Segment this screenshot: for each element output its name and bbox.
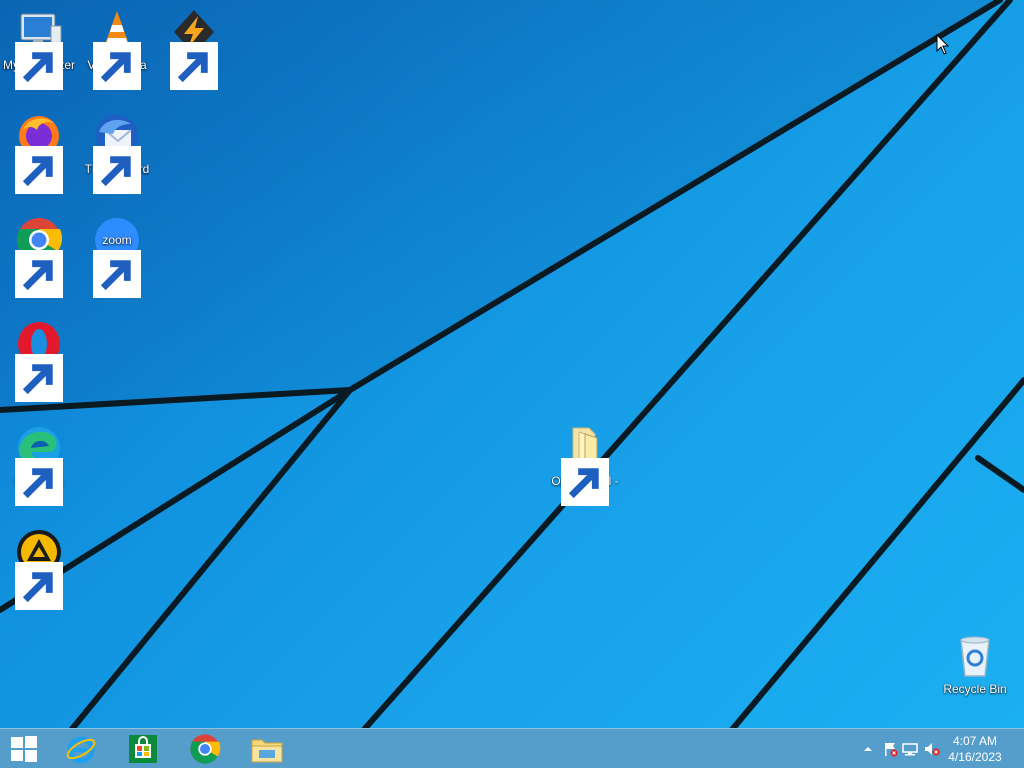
system-tray: 4:07 AM 4/16/2023 [844, 729, 1024, 769]
chevron-up-icon[interactable] [860, 741, 876, 757]
file-explorer-folder-icon [251, 739, 283, 763]
shortcut-arrow-icon [15, 250, 63, 298]
taskbar-google-chrome[interactable] [176, 729, 234, 769]
shortcut-arrow-icon [15, 354, 63, 402]
clock[interactable]: 4:07 AM 4/16/2023 [940, 733, 1010, 765]
start-button[interactable] [0, 729, 48, 769]
windows-logo-icon [11, 736, 37, 762]
vlc-cone-icon [93, 8, 141, 90]
shortcut-arrow-icon [561, 458, 609, 506]
taskbar-store[interactable] [114, 729, 172, 769]
edge-logo-icon [15, 424, 63, 506]
aimp-icon[interactable]: AIMP [0, 528, 78, 610]
open-shell-shortcut-icon[interactable]: Open-Shell - Shortcut [546, 424, 624, 506]
zoom-icon[interactable]: zoom Zoom [78, 216, 156, 298]
shortcut-arrow-icon [15, 42, 63, 90]
chrome-logo-icon [190, 734, 221, 764]
vlc-media-player-icon[interactable]: VLC media player [78, 8, 156, 90]
folder-icon [561, 424, 609, 506]
shortcut-arrow-icon [93, 146, 141, 194]
shortcut-arrow-icon [15, 458, 63, 506]
trash-bin-icon [951, 632, 999, 680]
microsoft-edge-icon[interactable]: Microsoft Edge [0, 424, 78, 506]
chrome-logo-icon [15, 216, 63, 298]
computer-icon [15, 8, 63, 90]
store-bag-icon [129, 735, 157, 763]
google-chrome-icon[interactable]: Google Chrome [0, 216, 78, 298]
network-icon[interactable] [902, 741, 918, 757]
taskbar: 4:07 AM 4/16/2023 [0, 728, 1024, 768]
taskbar-file-explorer[interactable] [238, 729, 296, 769]
shortcut-arrow-icon [93, 42, 141, 90]
internet-explorer-icon [66, 736, 96, 764]
svg-text:zoom: zoom [102, 233, 131, 247]
opera-logo-icon [15, 320, 63, 402]
taskbar-internet-explorer[interactable] [52, 729, 110, 769]
aimp-logo-icon [15, 528, 63, 610]
shortcut-arrow-icon [93, 250, 141, 298]
my-computer-icon[interactable]: My Computer [0, 8, 78, 90]
volume-muted-icon[interactable] [924, 741, 940, 757]
winamp-bolt-icon [170, 8, 218, 90]
clock-time: 4:07 AM [952, 734, 998, 748]
thunderbird-logo-icon [93, 112, 141, 194]
firefox-icon[interactable]: Firefox [0, 112, 78, 194]
desktop[interactable]: My Computer VLC media player Winamp [0, 0, 1024, 728]
icon-label: Recycle Bin [943, 682, 1007, 696]
mouse-cursor-icon [936, 34, 950, 55]
winamp-icon[interactable]: Winamp [155, 8, 233, 90]
shortcut-arrow-icon [170, 42, 218, 90]
opera-browser-icon[interactable]: Opera Browser [0, 320, 78, 402]
clock-date: 4/16/2023 [948, 750, 1002, 764]
recycle-bin-icon[interactable]: Recycle Bin [936, 632, 1014, 697]
thunderbird-icon[interactable]: Thunderbird [78, 112, 156, 194]
wallpaper-lines [0, 0, 1024, 728]
shortcut-arrow-icon [15, 562, 63, 610]
firefox-logo-icon [15, 112, 63, 194]
action-center-flag-icon[interactable] [882, 741, 898, 757]
shortcut-arrow-icon [15, 146, 63, 194]
zoom-logo-icon: zoom [93, 216, 141, 298]
